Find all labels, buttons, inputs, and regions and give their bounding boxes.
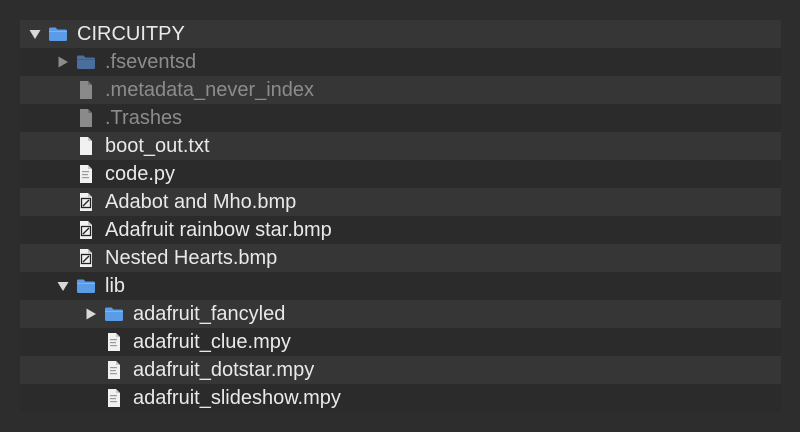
- document-icon: [76, 80, 96, 100]
- item-name: adafruit_fancyled: [133, 303, 286, 325]
- file-tree: CIRCUITPY .fseventsd .metadata_never_index…: [20, 20, 781, 412]
- image-file-icon: [76, 248, 96, 268]
- file-row[interactable]: adafruit_clue.mpy: [20, 328, 781, 356]
- item-name: .fseventsd: [105, 51, 197, 73]
- disclosure-triangle-collapsed-icon[interactable]: [56, 55, 70, 69]
- item-name: Adabot and Mho.bmp: [105, 191, 297, 213]
- folder-icon: [76, 276, 96, 296]
- file-row[interactable]: code.py: [20, 160, 781, 188]
- item-name: boot_out.txt: [105, 135, 210, 157]
- folder-row[interactable]: .fseventsd: [20, 48, 781, 76]
- file-row[interactable]: adafruit_slideshow.mpy: [20, 384, 781, 412]
- disclosure-triangle-expanded-icon[interactable]: [28, 27, 42, 41]
- file-row[interactable]: Adabot and Mho.bmp: [20, 188, 781, 216]
- file-row[interactable]: .Trashes: [20, 104, 781, 132]
- folder-icon: [48, 24, 68, 44]
- script-file-icon: [104, 360, 124, 380]
- item-name: Nested Hearts.bmp: [105, 247, 278, 269]
- item-name: adafruit_slideshow.mpy: [133, 387, 341, 409]
- script-file-icon: [76, 164, 96, 184]
- item-name: adafruit_clue.mpy: [133, 331, 291, 353]
- image-file-icon: [76, 220, 96, 240]
- file-row[interactable]: boot_out.txt: [20, 132, 781, 160]
- item-name: code.py: [105, 163, 176, 185]
- item-name: .metadata_never_index: [105, 79, 315, 101]
- folder-row[interactable]: adafruit_fancyled: [20, 300, 781, 328]
- folder-row[interactable]: CIRCUITPY: [20, 20, 781, 48]
- item-name: .Trashes: [105, 107, 183, 129]
- file-row[interactable]: Nested Hearts.bmp: [20, 244, 781, 272]
- document-icon: [76, 136, 96, 156]
- item-name: lib: [105, 275, 126, 297]
- item-name: adafruit_dotstar.mpy: [133, 359, 315, 381]
- file-row[interactable]: adafruit_dotstar.mpy: [20, 356, 781, 384]
- disclosure-triangle-collapsed-icon[interactable]: [84, 307, 98, 321]
- file-row[interactable]: Adafruit rainbow star.bmp: [20, 216, 781, 244]
- folder-row[interactable]: lib: [20, 272, 781, 300]
- document-icon: [76, 108, 96, 128]
- folder-icon: [76, 52, 96, 72]
- image-file-icon: [76, 192, 96, 212]
- file-row[interactable]: .metadata_never_index: [20, 76, 781, 104]
- item-name: CIRCUITPY: [77, 23, 185, 45]
- script-file-icon: [104, 332, 124, 352]
- script-file-icon: [104, 388, 124, 408]
- item-name: Adafruit rainbow star.bmp: [105, 219, 332, 241]
- folder-icon: [104, 304, 124, 324]
- disclosure-triangle-expanded-icon[interactable]: [56, 279, 70, 293]
